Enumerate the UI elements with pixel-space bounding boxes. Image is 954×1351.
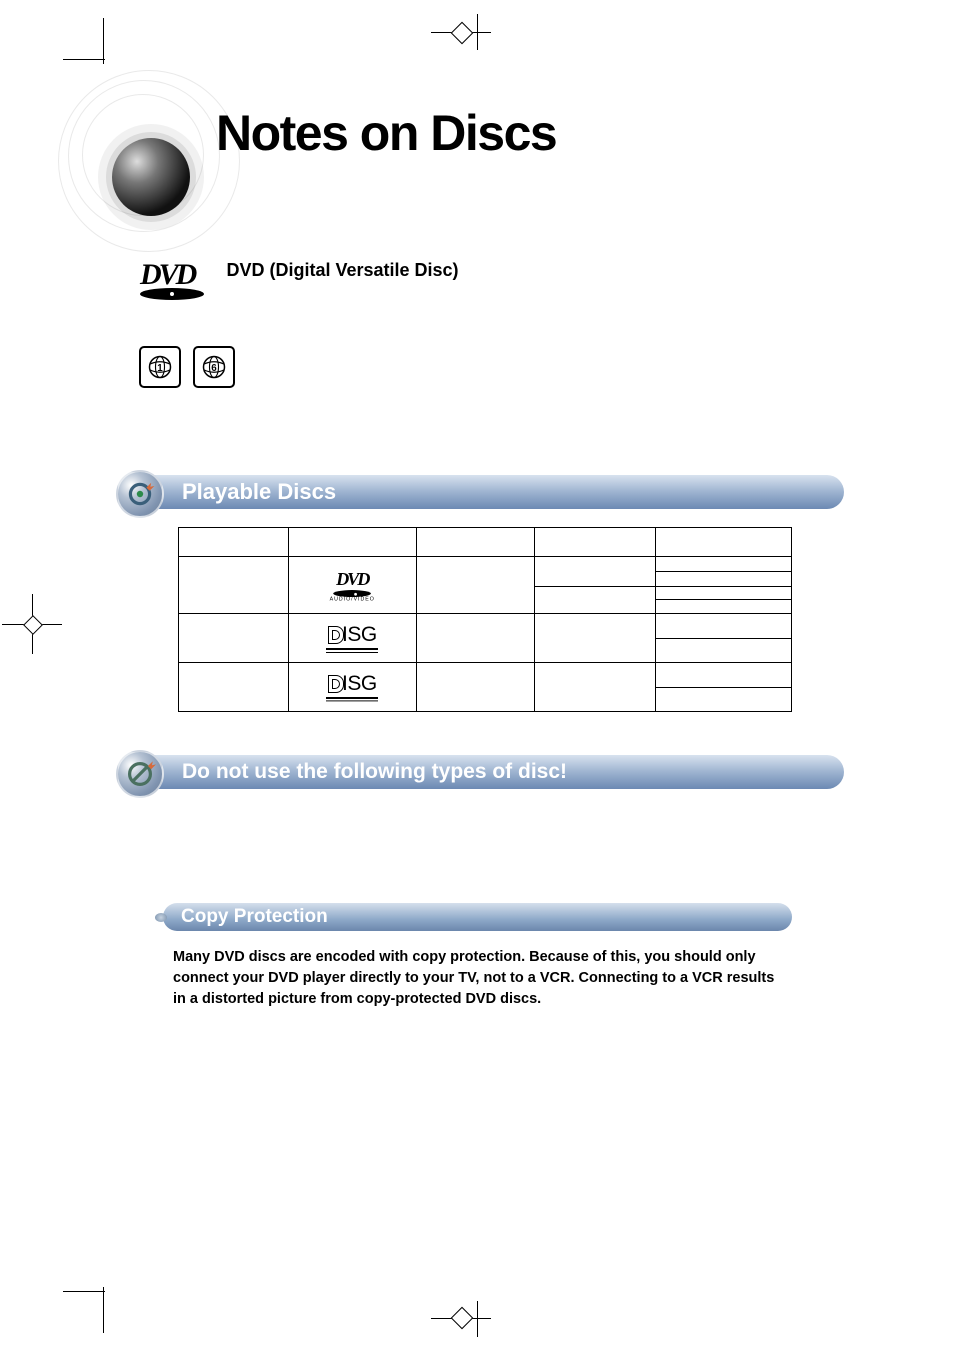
dvd-audio-video-logo-icon: DVD AUDIO/VIDEO <box>289 557 416 614</box>
crop-mark <box>103 18 104 64</box>
compact-disc-logo-icon: ISG <box>289 614 416 663</box>
table-row: ISG <box>179 663 792 712</box>
table-header-row <box>179 528 792 557</box>
prohibited-icon <box>116 750 164 798</box>
crop-mark <box>451 1307 474 1330</box>
target-icon <box>116 470 164 518</box>
crop-mark <box>477 1301 478 1337</box>
crop-mark <box>63 59 105 60</box>
section-copy-protection: Copy Protection <box>163 903 792 931</box>
dvd-heading: DVD DVD (Digital Versatile Disc) <box>140 258 459 300</box>
crop-mark <box>103 1287 104 1333</box>
crop-mark <box>451 22 474 45</box>
region-globe-6-icon: 6 <box>193 346 235 388</box>
speaker-swirl-graphic <box>58 70 234 246</box>
section-playable-discs: Playable Discs <box>126 475 844 509</box>
copy-protection-body: Many DVD discs are encoded with copy pro… <box>173 947 786 1010</box>
table-row: DVD AUDIO/VIDEO <box>179 557 792 587</box>
section-title: Playable Discs <box>182 479 336 504</box>
svg-text:1: 1 <box>157 363 163 374</box>
dvd-logo-icon: DVD <box>140 258 204 300</box>
section-title: Do not use the following types of disc! <box>182 760 567 783</box>
compact-disc-logo-icon: ISG <box>289 663 416 712</box>
crop-mark <box>63 1291 105 1292</box>
table-row: ISG <box>179 614 792 663</box>
dvd-logo-text: DVD <box>140 258 204 292</box>
section-do-not-use: Do not use the following types of disc! <box>126 755 844 789</box>
region-globe-1-icon: 1 <box>139 346 181 388</box>
section-title: Copy Protection <box>181 906 328 927</box>
playable-discs-table: DVD AUDIO/VIDEO ISG <box>178 527 792 712</box>
dvd-heading-label: DVD (Digital Versatile Disc) <box>226 260 458 281</box>
svg-text:6: 6 <box>211 363 217 374</box>
page-title: Notes on Discs <box>216 104 556 162</box>
manual-page: Notes on Discs DVD DVD (Digital Versatil… <box>0 0 954 1351</box>
region-code-icons: 1 6 <box>139 346 235 388</box>
